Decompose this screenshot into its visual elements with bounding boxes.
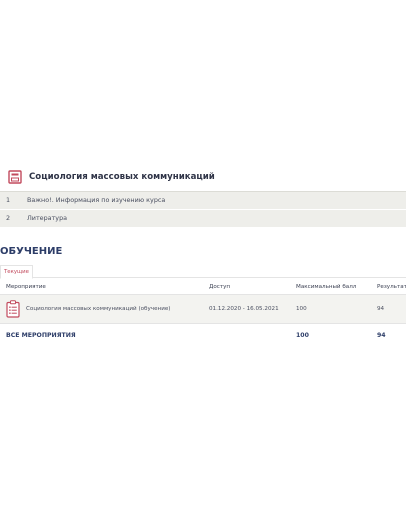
event-link[interactable]: Социология массовых коммуникаций (обучен… [26, 295, 170, 323]
course-title: Социология массовых коммуникаций [29, 172, 215, 182]
total-result: 94 [377, 332, 386, 339]
item-number: 2 [6, 214, 11, 222]
tab-current[interactable]: Текущие [0, 265, 33, 279]
list-item: 1 Важно!. Информация по изучению курса [0, 192, 406, 210]
clipboard-list-icon [6, 300, 20, 318]
list-item: 2 Литература [0, 210, 406, 228]
section-title: ОБУЧЕНИЕ [0, 246, 63, 257]
table-header: Мероприятие Доступ Максимальный балл Рез… [0, 280, 406, 295]
course-header: Социология массовых коммуникаций [0, 164, 406, 191]
column-header-event: Мероприятие [6, 284, 46, 290]
total-label: ВСЕ МЕРОПРИЯТИЯ [6, 332, 76, 339]
item-link[interactable]: Литература [27, 210, 67, 227]
table-total-row: ВСЕ МЕРОПРИЯТИЯ 100 94 [0, 330, 406, 342]
column-header-result: Результат [377, 284, 406, 290]
table-row: Социология массовых коммуникаций (обучен… [0, 295, 406, 324]
item-number: 1 [6, 196, 11, 204]
access-period: 01.12.2020 - 16.05.2021 [209, 306, 279, 312]
item-link[interactable]: Важно!. Информация по изучению курса [27, 192, 165, 209]
tab-strip: Текущие [0, 263, 406, 279]
course-materials-list: 1 Важно!. Информация по изучению курса 2… [0, 191, 406, 228]
column-header-access: Доступ [209, 284, 231, 290]
total-max-score: 100 [296, 332, 309, 339]
max-score: 100 [296, 306, 307, 312]
book-icon [8, 170, 22, 184]
page: Социология массовых коммуникаций 1 Важно… [0, 0, 406, 516]
result: 94 [377, 306, 385, 312]
column-header-max-score: Максимальный балл [296, 284, 357, 290]
